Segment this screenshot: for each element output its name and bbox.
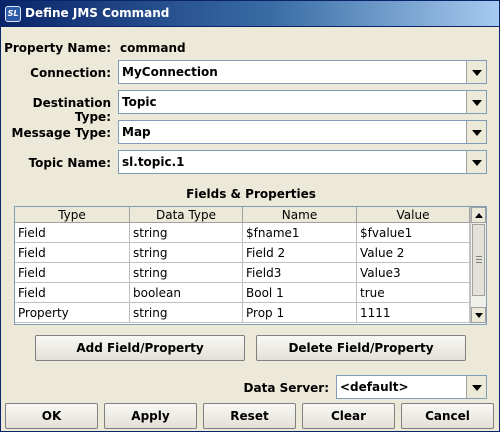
delete-field-property-button[interactable]: Delete Field/Property xyxy=(256,335,466,361)
dialog-window: SL Define JMS Command Property Name: com… xyxy=(0,0,500,432)
scrollbar-thumb[interactable] xyxy=(472,224,485,296)
cell-data-type[interactable]: string xyxy=(130,303,243,323)
property-name-label: Property Name: xyxy=(4,41,111,55)
clear-button[interactable]: Clear xyxy=(302,403,395,429)
window-title: Define JMS Command xyxy=(25,6,170,20)
scroll-down-icon[interactable] xyxy=(471,307,486,323)
table-header: Type Data Type Name Value xyxy=(15,207,470,223)
ok-button[interactable]: OK xyxy=(5,403,98,429)
column-header-data-type[interactable]: Data Type xyxy=(130,207,243,223)
cell-value[interactable]: $fvalue1 xyxy=(357,223,470,243)
table-scrollbar[interactable] xyxy=(470,207,486,324)
data-server-value: <default> xyxy=(340,380,409,394)
add-field-property-button[interactable]: Add Field/Property xyxy=(35,335,245,361)
cancel-button[interactable]: Cancel xyxy=(401,403,494,429)
title-bar[interactable]: SL Define JMS Command xyxy=(1,1,499,27)
connection-value: MyConnection xyxy=(122,65,218,79)
reset-button[interactable]: Reset xyxy=(203,403,296,429)
table-row[interactable]: Field string Field 2 Value 2 xyxy=(15,243,470,263)
cell-name[interactable]: Bool 1 xyxy=(243,283,357,303)
grip-line xyxy=(476,256,482,257)
connection-label: Connection: xyxy=(30,66,111,80)
chevron-down-icon[interactable] xyxy=(466,376,486,398)
scroll-up-icon[interactable] xyxy=(471,207,486,223)
message-type-label: Message Type: xyxy=(11,126,111,140)
cell-data-type[interactable]: string xyxy=(130,243,243,263)
app-icon: SL xyxy=(5,6,21,22)
cell-name[interactable]: Field3 xyxy=(243,263,357,283)
table-row[interactable]: Field string $fname1 $fvalue1 xyxy=(15,223,470,243)
cell-name[interactable]: Prop 1 xyxy=(243,303,357,323)
column-header-name[interactable]: Name xyxy=(243,207,357,223)
grip-line xyxy=(476,259,482,260)
column-header-value[interactable]: Value xyxy=(357,207,470,223)
topic-name-value: sl.topic.1 xyxy=(122,155,185,169)
grip-line xyxy=(476,262,482,263)
fields-section-title: Fields & Properties xyxy=(186,187,316,201)
connection-dropdown[interactable]: MyConnection xyxy=(118,60,487,84)
cell-name[interactable]: $fname1 xyxy=(243,223,357,243)
message-type-dropdown[interactable]: Map xyxy=(118,120,487,144)
cell-value[interactable]: true xyxy=(357,283,470,303)
cell-data-type[interactable]: string xyxy=(130,223,243,243)
cell-type[interactable]: Field xyxy=(15,223,130,243)
chevron-down-icon[interactable] xyxy=(466,61,486,83)
chevron-down-icon[interactable] xyxy=(466,121,486,143)
cell-name[interactable]: Field 2 xyxy=(243,243,357,263)
topic-name-label: Topic Name: xyxy=(28,156,111,170)
table-row[interactable]: Property string Prop 1 1111 xyxy=(15,303,470,323)
destination-type-label: Destination Type: xyxy=(32,96,111,124)
column-header-type[interactable]: Type xyxy=(15,207,130,223)
chevron-down-icon[interactable] xyxy=(466,151,486,173)
chevron-down-icon[interactable] xyxy=(466,91,486,113)
table-row[interactable]: Field string Field3 Value3 xyxy=(15,263,470,283)
destination-type-value: Topic xyxy=(122,95,157,109)
apply-button[interactable]: Apply xyxy=(104,403,197,429)
topic-name-combobox[interactable]: sl.topic.1 xyxy=(118,150,487,174)
fields-table[interactable]: Type Data Type Name Value Field string $… xyxy=(14,206,487,325)
cell-value[interactable]: Value3 xyxy=(357,263,470,283)
cell-value[interactable]: Value 2 xyxy=(357,243,470,263)
cell-type[interactable]: Field xyxy=(15,243,130,263)
destination-type-dropdown[interactable]: Topic xyxy=(118,90,487,114)
cell-value[interactable]: 1111 xyxy=(357,303,470,323)
cell-type[interactable]: Field xyxy=(15,283,130,303)
data-server-label: Data Server: xyxy=(243,381,329,395)
cell-type[interactable]: Field xyxy=(15,263,130,283)
property-name-value: command xyxy=(120,41,186,55)
cell-data-type[interactable]: string xyxy=(130,263,243,283)
cell-data-type[interactable]: boolean xyxy=(130,283,243,303)
table-row[interactable]: Field boolean Bool 1 true xyxy=(15,283,470,303)
message-type-value: Map xyxy=(122,125,151,139)
data-server-dropdown[interactable]: <default> xyxy=(336,375,487,399)
cell-type[interactable]: Property xyxy=(15,303,130,323)
